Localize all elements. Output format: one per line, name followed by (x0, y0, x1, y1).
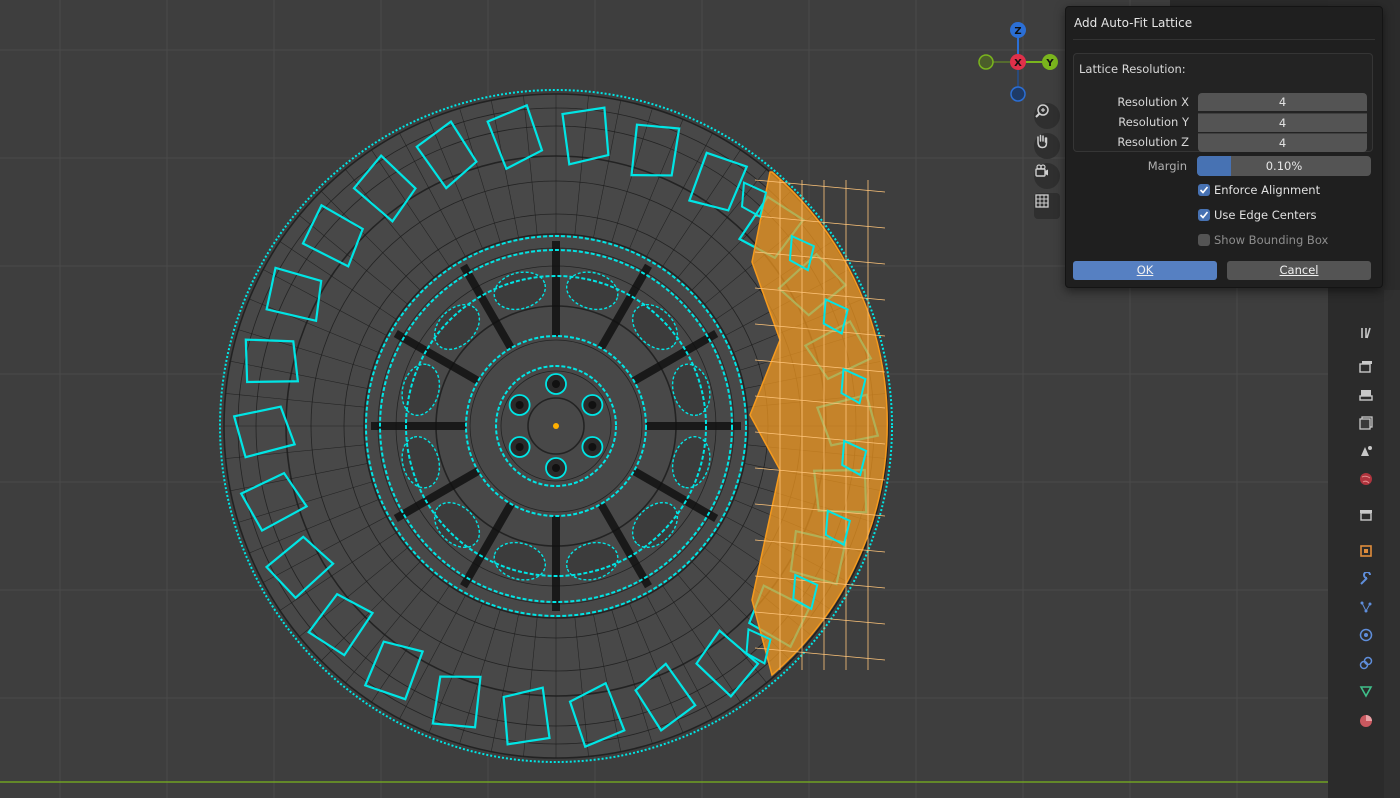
render-icon[interactable] (1354, 356, 1378, 378)
resolution-x-label: Resolution X (1117, 95, 1189, 109)
resolution-z-field[interactable]: 4 (1198, 133, 1367, 152)
margin-slider[interactable]: 0.10% (1197, 156, 1371, 176)
margin-label: Margin (1147, 159, 1187, 173)
dialog-separator (1073, 39, 1375, 40)
lug-nut-center (552, 380, 560, 388)
lug-nut-center (588, 443, 597, 451)
pan-hand-icon[interactable] (1034, 133, 1060, 159)
gizmo-y-label: Y (1045, 58, 1054, 69)
material-icon[interactable] (1354, 710, 1378, 732)
tool-icon[interactable] (1354, 322, 1378, 344)
lattice-cage (740, 171, 889, 677)
show-bounding-box-label[interactable]: Show Bounding Box (1214, 233, 1328, 247)
world-icon[interactable] (1354, 468, 1378, 490)
gizmo-x-label: X (1014, 58, 1022, 69)
modifier-icon[interactable] (1354, 568, 1378, 590)
object-origin (553, 423, 559, 429)
view-layer-icon[interactable] (1354, 412, 1378, 434)
lug-nut-center (515, 401, 524, 409)
gizmo-neg-z-axis[interactable] (1010, 86, 1026, 102)
margin-value: 0.10% (1265, 159, 1303, 173)
ok-button[interactable]: OK (1073, 261, 1217, 280)
auto-fit-lattice-dialog: Add Auto-Fit Lattice Lattice Resolution:… (1065, 6, 1383, 288)
particles-icon[interactable] (1354, 596, 1378, 618)
zoom-icon[interactable] (1034, 103, 1060, 129)
collection-icon[interactable] (1354, 504, 1378, 526)
use-edge-centers-checkbox[interactable] (1198, 209, 1210, 221)
camera-icon[interactable] (1034, 163, 1060, 189)
enforce-alignment-checkbox[interactable] (1198, 184, 1210, 196)
grid-icon[interactable] (1034, 193, 1060, 219)
constraints-icon[interactable] (1354, 652, 1378, 674)
properties-editor-edge (1384, 290, 1400, 798)
lug-nut-center (515, 443, 524, 451)
resolution-z-label: Resolution Z (1117, 135, 1189, 149)
scene-icon[interactable] (1354, 440, 1378, 462)
show-bounding-box-checkbox[interactable] (1198, 234, 1210, 246)
lattice-resolution-label: Lattice Resolution: (1079, 62, 1186, 76)
gizmo-neg-y-axis[interactable] (978, 54, 994, 70)
data-icon[interactable] (1354, 680, 1378, 702)
physics-icon[interactable] (1354, 624, 1378, 646)
lug-nut-center (588, 401, 597, 409)
lug-nut-center (552, 464, 560, 472)
output-icon[interactable] (1354, 384, 1378, 406)
gizmo-z-label: Z (1014, 26, 1021, 37)
properties-tabs (1354, 290, 1378, 798)
object-icon[interactable] (1354, 540, 1378, 562)
dialog-title: Add Auto-Fit Lattice (1074, 16, 1193, 30)
navigation-gizmo[interactable]: Z Y X (978, 20, 1062, 104)
enforce-alignment-label[interactable]: Enforce Alignment (1214, 183, 1320, 197)
lattice-resolution-box: Lattice Resolution: Resolution X 4 Resol… (1073, 53, 1373, 152)
resolution-y-field[interactable]: 4 (1198, 113, 1367, 132)
resolution-y-label: Resolution Y (1118, 115, 1189, 129)
resolution-x-field[interactable]: 4 (1198, 93, 1367, 111)
use-edge-centers-label[interactable]: Use Edge Centers (1214, 208, 1316, 222)
cancel-button[interactable]: Cancel (1227, 261, 1371, 280)
